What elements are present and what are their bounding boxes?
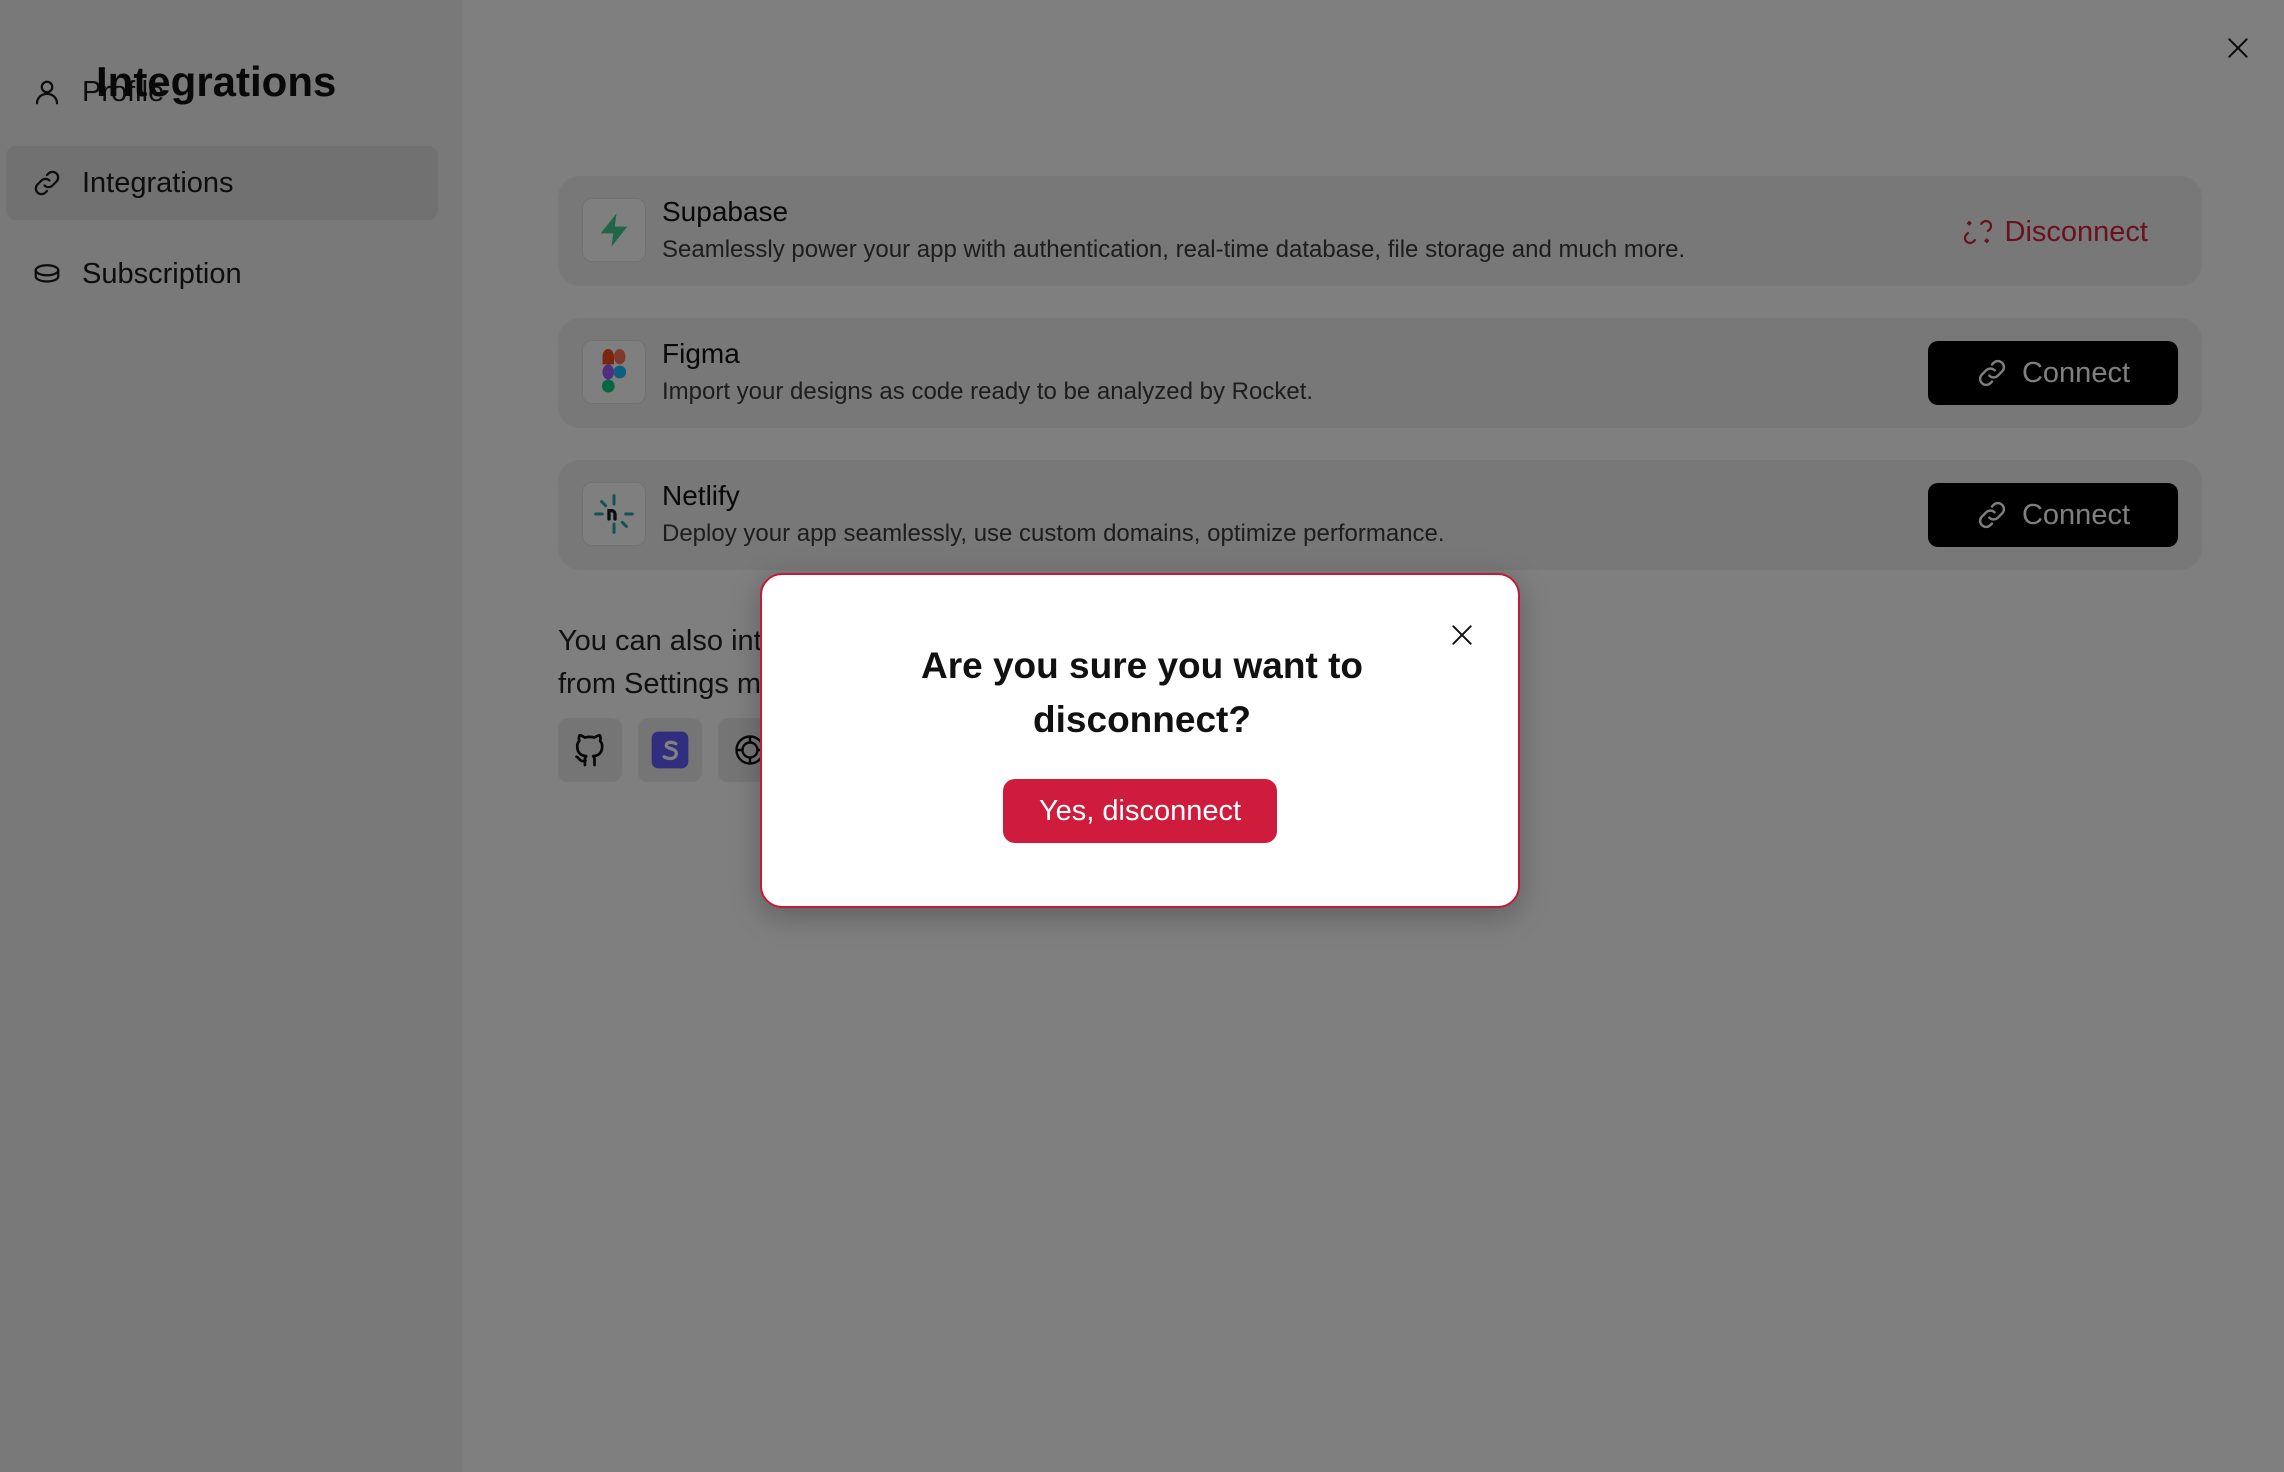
dialog-title: Are you sure you want to disconnect? bbox=[920, 645, 1363, 740]
dialog-close-button[interactable] bbox=[1442, 615, 1482, 655]
close-icon bbox=[1452, 625, 1472, 645]
confirm-disconnect-button[interactable]: Yes, disconnect bbox=[1003, 779, 1277, 843]
disconnect-confirm-dialog: Are you sure you want to disconnect? Yes… bbox=[760, 573, 1520, 908]
